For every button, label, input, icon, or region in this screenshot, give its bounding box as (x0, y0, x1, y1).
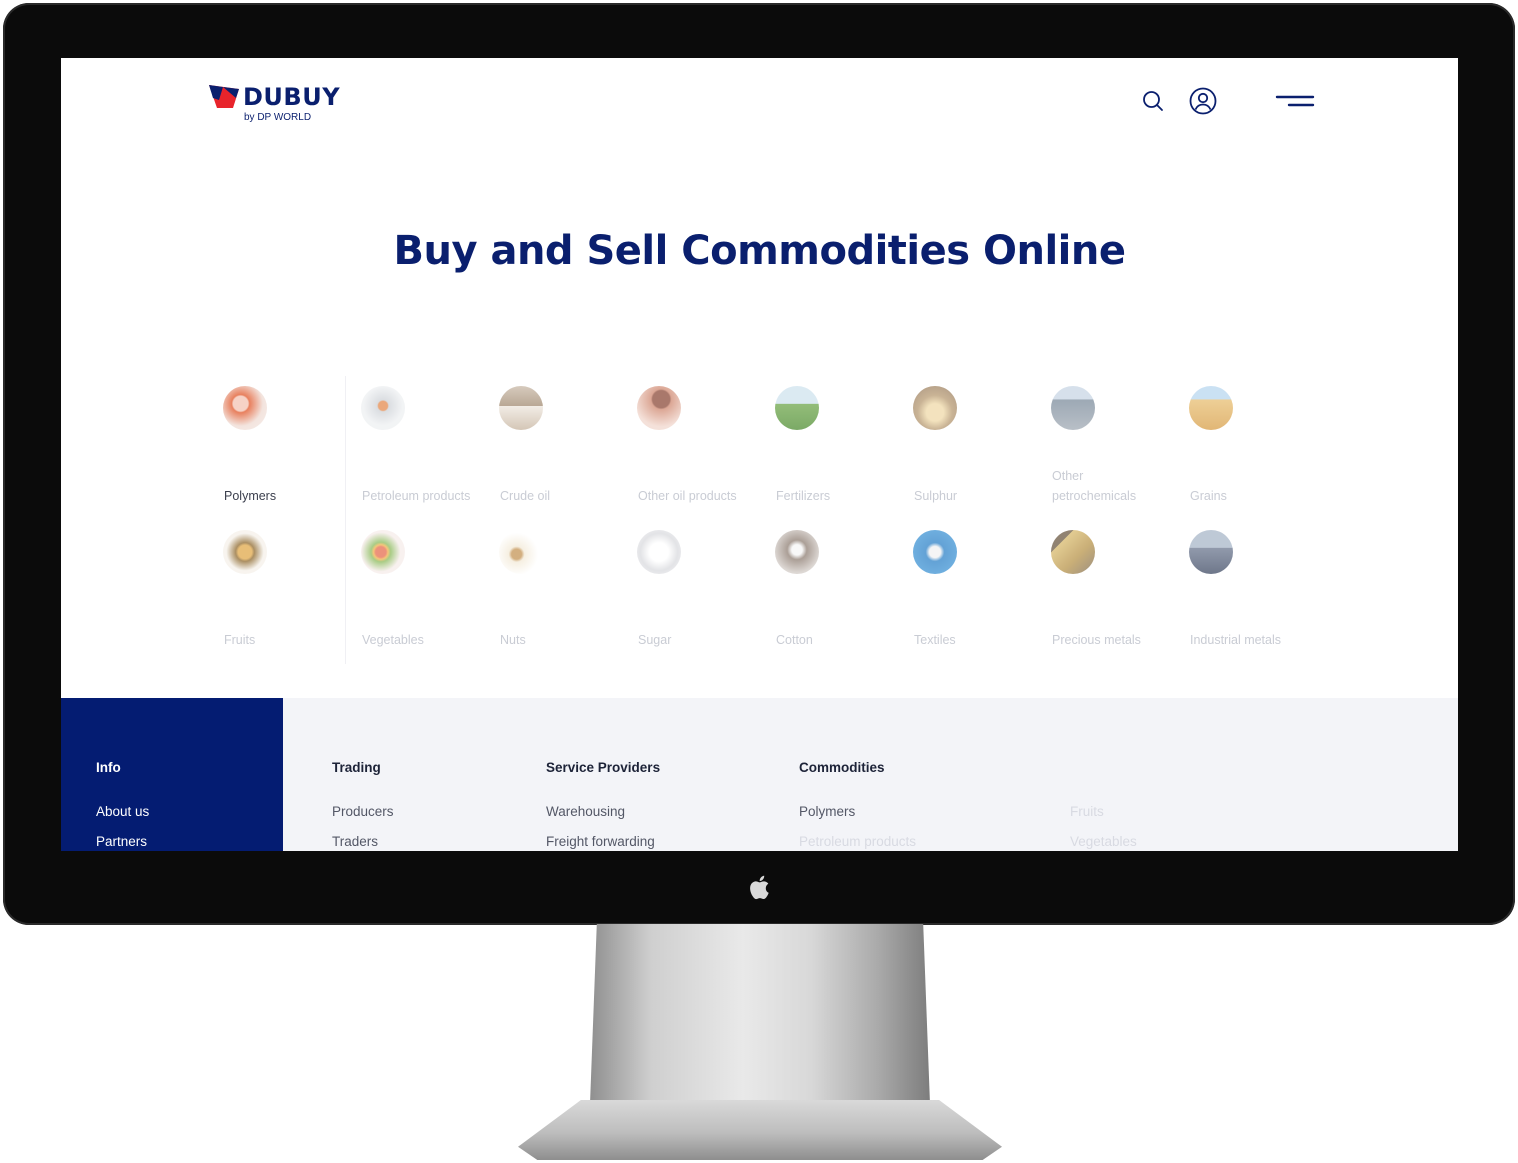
footer-commodities-column: Commodities Polymers Petroleum products (799, 760, 916, 851)
commodity-image (361, 530, 405, 574)
footer-service-providers-heading: Service Providers (546, 760, 661, 775)
footer-link-warehousing[interactable]: Warehousing (546, 797, 660, 827)
commodity-tile-crude-oil[interactable]: Crude oil (485, 376, 623, 520)
footer-link-freight-forwarding[interactable]: Freight forwarding (546, 827, 660, 851)
commodity-label: Petroleum products (362, 489, 471, 503)
commodity-label: Vegetables (362, 633, 424, 647)
apple-logo-icon (750, 875, 769, 900)
commodity-label: Grains (1190, 489, 1227, 503)
commodity-tile-petroleum-products[interactable]: Petroleum products (347, 376, 485, 520)
footer-trading-column: Trading Producers Traders (332, 760, 394, 851)
commodity-tile-nuts[interactable]: Nuts (485, 520, 623, 664)
dubuy-logo[interactable]: DUBUY by DP WORLD (209, 82, 341, 126)
commodity-label: Cotton (776, 633, 813, 647)
commodity-tile-precious-metals[interactable]: Precious metals (1037, 520, 1175, 664)
commodity-grid: Polymers Petroleum products Crude oil Other… (209, 376, 1329, 666)
commodity-image (637, 530, 681, 574)
commodity-label: Sulphur (914, 489, 958, 503)
browser-screen: DUBUY by DP WORLD Buy and Sell Commoditi… (61, 58, 1458, 851)
commodity-tile-fruits[interactable]: Fruits (209, 520, 347, 664)
commodity-label: Polymers (224, 489, 277, 503)
commodity-image (499, 530, 543, 574)
commodity-label: Other oil products (638, 489, 737, 503)
footer-info-heading: Info (96, 760, 121, 775)
commodity-image (913, 530, 957, 574)
commodity-tile-cotton[interactable]: Cotton (761, 520, 899, 664)
footer-link-petroleum-products[interactable]: Petroleum products (799, 827, 916, 851)
commodity-image (775, 386, 819, 430)
site-footer: Info About us Partners Trading Producers… (61, 698, 1458, 851)
commodity-tile-grains[interactable]: Grains (1175, 376, 1313, 520)
commodity-image (1189, 530, 1233, 574)
commodity-label: Fertilizers (776, 489, 831, 503)
footer-link-traders[interactable]: Traders (332, 827, 394, 851)
footer-commodities-heading: Commodities (799, 760, 885, 775)
commodity-tile-other-petrochemicals[interactable]: Other petrochemicals (1037, 376, 1175, 520)
commodity-label: Textiles (914, 633, 956, 647)
search-icon (1143, 91, 1163, 111)
monitor-stand-foot (518, 1100, 1002, 1160)
commodity-label: Other petrochemicals (1052, 469, 1137, 503)
user-account-icon (1189, 87, 1217, 115)
footer-commodities-column-2: Fruits Vegetables (1070, 797, 1137, 851)
logo-tagline: by DP WORLD (244, 112, 312, 123)
footer-trading-heading: Trading (332, 760, 381, 775)
commodity-tile-textiles[interactable]: Textiles (899, 520, 1037, 664)
commodity-image (913, 386, 957, 430)
menu-icon (1275, 95, 1315, 107)
hero-title: Buy and Sell Commodities Online (393, 228, 1127, 274)
dubuy-logo-mark-icon (209, 85, 239, 108)
commodity-label: Precious metals (1052, 633, 1141, 647)
footer-link-about-us[interactable]: About us (96, 797, 149, 827)
commodity-image (223, 530, 267, 574)
commodity-label: Sugar (638, 633, 672, 647)
commodity-tile-vegetables[interactable]: Vegetables (347, 520, 485, 664)
footer-link-fruits[interactable]: Fruits (1070, 797, 1137, 827)
commodity-tile-sulphur[interactable]: Sulphur (899, 376, 1037, 520)
commodity-image (499, 386, 543, 430)
commodity-label: Industrial metals (1190, 633, 1282, 647)
footer-info-column: Info About us Partners (61, 698, 283, 851)
footer-link-partners[interactable]: Partners (96, 827, 149, 851)
commodity-tile-polymers[interactable]: Polymers (209, 376, 347, 520)
commodity-image (1051, 530, 1095, 574)
account-button[interactable] (1186, 84, 1220, 118)
footer-link-producers[interactable]: Producers (332, 797, 394, 827)
commodity-label: Crude oil (500, 489, 551, 503)
commodity-image (1051, 386, 1095, 430)
commodity-tile-other-oil-products[interactable]: Other oil products (623, 376, 761, 520)
commodity-tile-sugar[interactable]: Sugar (623, 520, 761, 664)
search-button[interactable] (1136, 84, 1170, 118)
hamburger-menu-button[interactable] (1273, 84, 1317, 118)
commodity-label: Fruits (224, 633, 256, 647)
commodity-tile-fertilizers[interactable]: Fertilizers (761, 376, 899, 520)
commodity-image (1189, 386, 1233, 430)
commodity-image (775, 530, 819, 574)
commodity-image (637, 386, 681, 430)
monitor-stand-neck (590, 924, 930, 1104)
commodity-image (223, 386, 267, 430)
logo-wordmark: DUBUY (243, 83, 341, 111)
commodity-tile-industrial-metals[interactable]: Industrial metals (1175, 520, 1313, 664)
footer-link-vegetables[interactable]: Vegetables (1070, 827, 1137, 851)
commodity-label: Nuts (500, 633, 526, 647)
footer-link-polymers[interactable]: Polymers (799, 797, 916, 827)
footer-service-providers-column: Service Providers Warehousing Freight fo… (546, 760, 660, 851)
commodity-image (361, 386, 405, 430)
